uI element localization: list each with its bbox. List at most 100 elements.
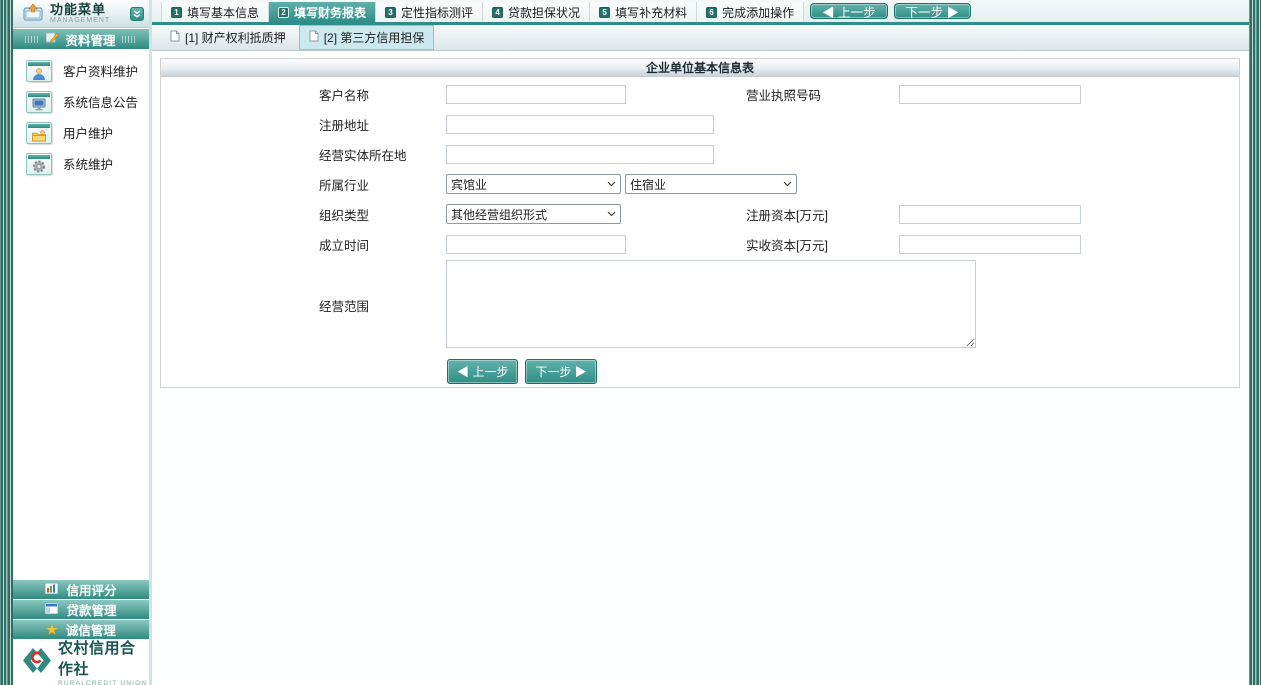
industry-select-primary[interactable]: 宾馆业 [446,174,621,194]
rural-credit-union-logo-icon [21,646,53,678]
tab-number-icon: 5 [599,7,610,18]
guarantee-subtab-row: [1] 财产权利抵质押 [2] 第三方信用担保 [152,25,1249,51]
tab-label: 完成添加操作 [722,4,794,21]
system-maintenance-icon [26,153,52,175]
paid-capital-input[interactable] [899,235,1081,254]
sidebar-spacer [13,179,149,579]
sidebar-section-label: 资料管理 [65,30,115,49]
wizard-tabbar: 1 填写基本信息 2 填写财务报表 3 定性指标测评 4 贷款担保状况 5 填写… [152,0,1249,25]
tab-label: 填写基本信息 [187,4,259,21]
established-date-label: 成立时间 [319,235,446,254]
sidebar-item-label: 系统信息公告 [63,92,138,111]
form-row: 成立时间 实收资本[万元] [161,229,1239,259]
industry-select-primary-value: 宾馆业 [451,176,607,193]
sidebar-menu: 客户资料维护 系统信息公告 用户维护 系统维护 [13,49,149,179]
tab-basic-info[interactable]: 1 填写基本信息 [161,2,269,22]
tab-label: 定性指标测评 [401,4,473,21]
business-license-label: 营业执照号码 [746,85,899,104]
tab-loan-guarantee[interactable]: 4 贷款担保状况 [483,2,590,22]
sidebar-section-loan-management[interactable]: 贷款管理 [13,599,149,619]
loan-management-icon [45,603,58,617]
tab-label: 贷款担保状况 [508,4,580,21]
industry-select-secondary[interactable]: 住宿业 [625,174,797,194]
registered-capital-input[interactable] [899,205,1081,224]
tab-number-icon: 1 [171,7,182,18]
top-prev-step-button[interactable]: ◀ 上一步 [810,3,887,19]
content-area: 企业单位基本信息表 客户名称 营业执照号码 注册地址 经营实体所在地 [152,51,1249,685]
sidebar-section-label: 信用评分 [66,580,116,599]
customer-name-label: 客户名称 [319,85,446,104]
left-window-stripe [0,0,13,685]
chevron-down-icon [607,211,616,217]
industry-label: 所属行业 [319,175,446,194]
sidebar-section-data-management[interactable]: 资料管理 [13,28,149,49]
chevron-down-icon [783,181,792,187]
user-maintenance-icon [26,122,52,144]
sidebar-item-system-maintenance[interactable]: 系统维护 [13,148,149,179]
form-button-row: ◀ 上一步 下一步 ▶ [161,359,1239,384]
sidebar-section-label: 贷款管理 [66,600,116,619]
page-icon [170,30,180,45]
industry-select-secondary-value: 住宿业 [630,176,783,193]
menu-folder-icon [23,3,43,24]
subtab-label: [1] 财产权利抵质押 [185,29,286,46]
tab-financial-report[interactable]: 2 填写财务报表 [269,2,376,22]
form-row: 组织类型 其他经营组织形式 注册资本[万元] [161,199,1239,229]
registered-address-input[interactable] [446,115,714,134]
tab-label: 填写财务报表 [294,4,366,21]
form-row: 所属行业 宾馆业 住宿业 [161,169,1239,199]
form-row: 经营范围 [161,259,1239,351]
chevron-down-icon [607,181,616,187]
org-type-select-value: 其他经营组织形式 [451,206,607,223]
org-type-label: 组织类型 [319,205,446,224]
tab-qualitative-evaluation[interactable]: 3 定性指标测评 [376,2,483,22]
entity-location-input[interactable] [446,145,714,164]
chevron-double-down-icon [133,10,141,18]
sidebar-collapse-button[interactable] [130,7,144,21]
org-type-select[interactable]: 其他经营组织形式 [446,204,621,224]
form-prev-step-button[interactable]: ◀ 上一步 [447,359,518,384]
subtab-label: [2] 第三方信用担保 [324,29,425,46]
tab-number-icon: 6 [706,7,717,18]
sidebar-subtitle: MANAGEMENT [50,17,110,24]
business-scope-label: 经营范围 [319,296,446,315]
subtab-property-pledge[interactable]: [1] 财产权利抵质押 [161,26,295,49]
enterprise-info-panel: 企业单位基本信息表 客户名称 营业执照号码 注册地址 经营实体所在地 [160,58,1240,388]
brand-logo: 农村信用合作社 RURALCREDIT UNION [13,639,149,685]
form-row: 客户名称 营业执照号码 [161,79,1239,109]
brand-name-en: RURALCREDIT UNION [58,680,149,685]
right-window-stripe [1249,0,1261,685]
customer-profile-icon [26,60,52,82]
customer-name-input[interactable] [446,85,626,104]
sidebar-item-customer-profile[interactable]: 客户资料维护 [13,55,149,86]
sidebar: 功能菜单 MANAGEMENT 资料管理 客户资料维护 系统信息公告 [13,0,152,685]
sidebar-title: 功能菜单 [50,3,110,16]
sidebar-item-user-maintenance[interactable]: 用户维护 [13,117,149,148]
tab-number-icon: 2 [278,7,289,18]
system-announcement-icon [26,91,52,113]
form-row: 注册地址 [161,109,1239,139]
established-date-input[interactable] [446,235,626,254]
business-scope-textarea[interactable] [446,260,976,348]
brand-name: 农村信用合作社 [58,637,149,679]
top-next-step-button[interactable]: 下一步 ▶ [894,3,971,19]
sidebar-item-system-announcement[interactable]: 系统信息公告 [13,86,149,117]
tab-supplementary-materials[interactable]: 5 填写补充材料 [590,2,697,22]
edit-pencil-icon [46,32,59,46]
registered-address-label: 注册地址 [319,115,446,134]
registered-capital-label: 注册资本[万元] [746,205,899,224]
tab-number-icon: 3 [385,7,396,18]
sidebar-item-label: 客户资料维护 [63,61,138,80]
subtab-third-party-credit[interactable]: [2] 第三方信用担保 [299,25,435,50]
sidebar-section-integrity-management[interactable]: ★ 诚信管理 [13,619,149,639]
page-icon [309,30,319,45]
tab-number-icon: 4 [492,7,503,18]
form-next-step-button[interactable]: 下一步 ▶ [525,359,596,384]
sidebar-section-credit-score[interactable]: 信用评分 [13,579,149,599]
form-row: 经营实体所在地 [161,139,1239,169]
tab-complete-operation[interactable]: 6 完成添加操作 [697,2,804,22]
business-license-input[interactable] [899,85,1081,104]
entity-location-label: 经营实体所在地 [319,145,446,164]
tab-label: 填写补充材料 [615,4,687,21]
main-area: 1 填写基本信息 2 填写财务报表 3 定性指标测评 4 贷款担保状况 5 填写… [152,0,1249,685]
